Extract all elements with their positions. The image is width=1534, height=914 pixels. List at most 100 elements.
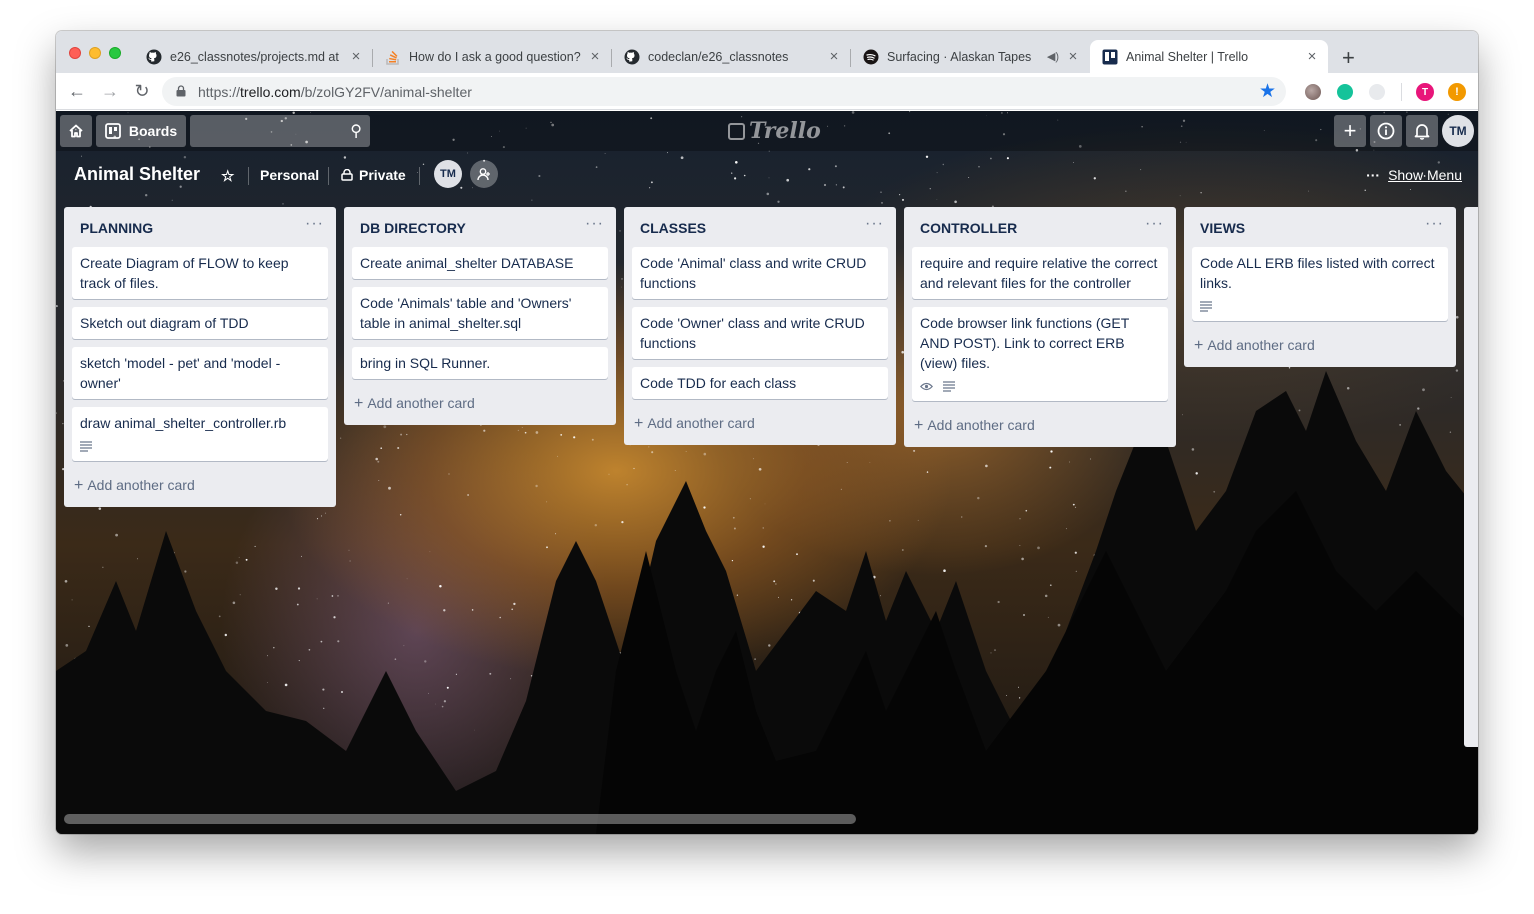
list-title[interactable]: VIEWS — [1200, 220, 1245, 236]
extension-icon[interactable] — [1305, 84, 1321, 100]
card-text: Code 'Owner' class and write CRUD functi… — [640, 315, 865, 351]
board-member-avatar[interactable]: TM — [434, 160, 462, 188]
card[interactable]: require and require relative the correct… — [912, 247, 1168, 299]
extension-icon[interactable] — [1369, 84, 1385, 100]
list-menu-icon[interactable]: ··· — [865, 215, 884, 233]
audio-playing-icon[interactable]: ◀) — [1047, 50, 1059, 63]
card-text: Create Diagram of FLOW to keep track of … — [80, 255, 289, 291]
browser-toolbar: ← → ↻ https://trello.com/b/zolGY2FV/anim… — [56, 73, 1478, 110]
card-text: bring in SQL Runner. — [360, 355, 491, 371]
address-bar[interactable]: https://trello.com/b/zolGY2FV/animal-she… — [162, 77, 1286, 106]
card-text: sketch 'model - pet' and 'model - owner' — [80, 355, 281, 391]
toolbar-divider — [1401, 83, 1402, 101]
close-tab-icon[interactable]: × — [1065, 48, 1081, 65]
header-divider — [328, 167, 329, 185]
card[interactable]: sketch 'model - pet' and 'model - owner' — [72, 347, 328, 399]
card[interactable]: Code 'Owner' class and write CRUD functi… — [632, 307, 888, 359]
close-window-button[interactable] — [69, 47, 81, 59]
card-text: Code 'Animal' class and write CRUD funct… — [640, 255, 867, 291]
show-menu-label: Show Menu — [1388, 167, 1462, 183]
more-icon: ··· — [1366, 167, 1381, 183]
new-tab-button[interactable]: + — [1342, 45, 1355, 71]
add-card-button[interactable]: + Add another card — [64, 469, 336, 507]
close-tab-icon[interactable]: × — [587, 48, 603, 65]
visibility-label: Private — [359, 167, 406, 183]
browser-tab[interactable]: How do I ask a good question? × — [373, 40, 611, 73]
bookmark-star-icon[interactable]: ★ — [1259, 80, 1276, 103]
boards-icon — [104, 123, 121, 139]
invite-member-button[interactable] — [470, 160, 498, 188]
update-alert-icon[interactable]: ! — [1448, 83, 1466, 101]
card-text: require and require relative the correct… — [920, 255, 1158, 291]
visibility-button[interactable]: Private — [341, 167, 406, 183]
plus-icon: + — [914, 417, 924, 434]
member-avatar[interactable]: TM — [1442, 115, 1474, 147]
forward-arrow-icon[interactable]: → — [100, 81, 120, 102]
board-title[interactable]: Animal Shelter — [74, 164, 200, 185]
add-card-label: Add another card — [647, 415, 755, 431]
horizontal-scrollbar[interactable] — [64, 814, 856, 824]
add-card-label: Add another card — [1207, 337, 1315, 353]
team-button[interactable]: Personal — [260, 167, 319, 183]
maximize-window-button[interactable] — [109, 47, 121, 59]
lock-icon — [341, 168, 353, 181]
list-title[interactable]: PLANNING — [80, 220, 153, 236]
list-menu-icon[interactable]: ··· — [1145, 215, 1164, 233]
card[interactable]: Code browser link functions (GET AND POS… — [912, 307, 1168, 401]
close-tab-icon[interactable]: × — [348, 48, 364, 65]
plus-icon: + — [74, 477, 84, 494]
create-button[interactable]: + — [1334, 115, 1366, 147]
url-text: https://trello.com/b/zolGY2FV/animal-she… — [198, 84, 472, 100]
card[interactable]: Sketch out diagram of TDD — [72, 307, 328, 339]
minimize-window-button[interactable] — [89, 47, 101, 59]
boards-button[interactable]: Boards — [96, 115, 186, 147]
profile-avatar-icon[interactable]: T — [1416, 83, 1434, 101]
header-divider — [419, 167, 420, 185]
list-title[interactable]: CLASSES — [640, 220, 706, 236]
add-card-label: Add another card — [927, 417, 1035, 433]
card[interactable]: Code TDD for each class — [632, 367, 888, 399]
list-db-directory: DB DIRECTORY ··· Create animal_shelter D… — [344, 207, 616, 425]
card[interactable]: Create Diagram of FLOW to keep track of … — [72, 247, 328, 299]
add-card-button[interactable]: + Add another card — [624, 407, 896, 445]
add-card-button[interactable]: + Add another card — [1184, 329, 1456, 367]
description-icon — [1200, 300, 1212, 312]
back-arrow-icon[interactable]: ← — [67, 81, 87, 102]
star-board-icon[interactable]: ☆ — [221, 167, 234, 185]
reload-icon[interactable]: ↻ — [132, 81, 152, 102]
card[interactable]: Code ALL ERB files listed with correct l… — [1192, 247, 1448, 321]
card-text: Create animal_shelter DATABASE — [360, 255, 574, 271]
card[interactable]: bring in SQL Runner. — [352, 347, 608, 379]
card[interactable]: draw animal_shelter_controller.rb — [72, 407, 328, 461]
list-title[interactable]: DB DIRECTORY — [360, 220, 466, 236]
list-title[interactable]: CONTROLLER — [920, 220, 1017, 236]
close-tab-icon[interactable]: × — [826, 48, 842, 65]
card[interactable]: Create animal_shelter DATABASE — [352, 247, 608, 279]
home-button[interactable] — [60, 115, 92, 147]
browser-tab[interactable]: codeclan/e26_classnotes × — [612, 40, 850, 73]
list-offscreen[interactable] — [1464, 207, 1478, 747]
card[interactable]: Code 'Animal' class and write CRUD funct… — [632, 247, 888, 299]
close-tab-icon[interactable]: × — [1304, 48, 1320, 65]
browser-tab-active[interactable]: Animal Shelter | Trello × — [1090, 40, 1328, 73]
add-card-button[interactable]: + Add another card — [344, 387, 616, 425]
card[interactable]: Code 'Animals' table and 'Owners' table … — [352, 287, 608, 339]
notifications-button[interactable] — [1406, 115, 1438, 147]
list-menu-icon[interactable]: ··· — [585, 215, 604, 233]
list-menu-icon[interactable]: ··· — [305, 215, 324, 233]
list-menu-icon[interactable]: ··· — [1425, 215, 1444, 233]
list-planning: PLANNING ··· Create Diagram of FLOW to k… — [64, 207, 336, 507]
browser-tab[interactable]: Surfacing · Alaskan Tapes ◀) × — [851, 40, 1089, 73]
avatar-initials: TM — [440, 168, 456, 180]
card-text: Sketch out diagram of TDD — [80, 315, 249, 331]
github-icon — [624, 49, 640, 65]
trello-logo[interactable]: Trello — [728, 118, 821, 144]
tab-strip: e26_classnotes/projects.md at × How do I… — [56, 31, 1478, 73]
grammarly-icon[interactable] — [1337, 84, 1353, 100]
show-menu-button[interactable]: ··· Show Menu — [1366, 167, 1462, 183]
info-button[interactable] — [1370, 115, 1402, 147]
browser-tab[interactable]: e26_classnotes/projects.md at × — [134, 40, 372, 73]
home-icon — [69, 124, 83, 138]
search-input[interactable]: ⚲ — [190, 115, 370, 147]
add-card-button[interactable]: + Add another card — [904, 409, 1176, 447]
